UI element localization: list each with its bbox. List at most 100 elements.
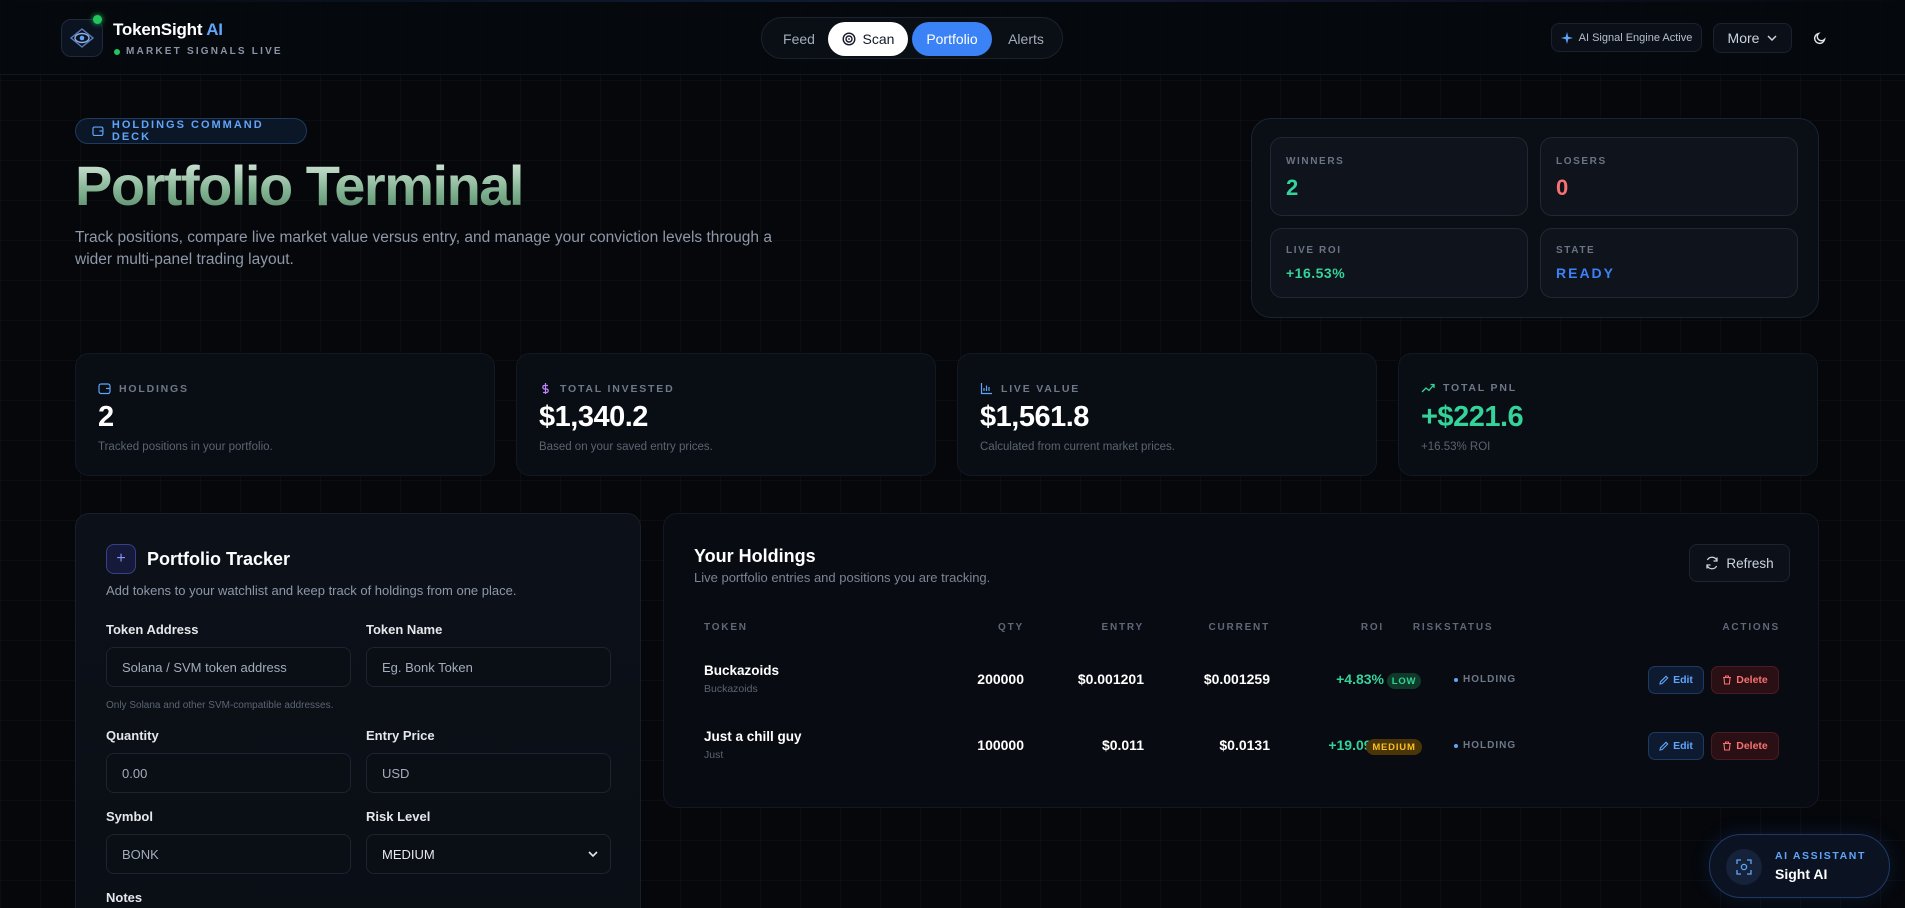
delete-button[interactable]: Delete — [1711, 666, 1779, 694]
risk-level-select[interactable]: MEDIUM — [366, 834, 611, 874]
risk-badge: MEDIUM — [1366, 739, 1422, 755]
status-text: HOLDING — [1463, 740, 1517, 751]
total-pnl-metric-card: TOTAL PNL +$221.6 +16.53% ROI — [1398, 353, 1818, 476]
page-description: Track positions, compare live market val… — [75, 229, 772, 268]
metric-sub: Calculated from current market prices. — [980, 441, 1175, 453]
token-address-input[interactable]: Solana / SVM token address — [106, 647, 351, 687]
edit-button[interactable]: Edit — [1648, 732, 1704, 760]
token-address-hint: Only Solana and other SVM-compatible add… — [106, 700, 334, 711]
metric-label-text: LIVE VALUE — [1001, 382, 1081, 395]
token-name-label: Token Name — [366, 622, 443, 637]
losers-value: 0 — [1556, 175, 1569, 200]
risk-badge: LOW — [1387, 673, 1421, 689]
eye-logo-icon — [69, 28, 95, 48]
engine-status-text: AI Signal Engine Active — [1578, 31, 1693, 44]
refresh-label: Refresh — [1726, 555, 1774, 571]
bar-chart-icon — [980, 383, 992, 395]
token-name: Just a chill guy — [704, 729, 802, 744]
metric-label-text: TOTAL INVESTED — [560, 382, 675, 395]
edit-button[interactable]: Edit — [1648, 666, 1704, 694]
entry-price-input[interactable]: USD — [366, 753, 611, 793]
chevron-down-icon — [1767, 35, 1777, 41]
trash-icon — [1723, 741, 1732, 751]
pencil-icon — [1659, 741, 1669, 751]
qty-cell: 200000 — [977, 671, 1024, 687]
status-badge: HOLDING — [1454, 674, 1516, 685]
metric-value: +$221.6 — [1421, 401, 1524, 433]
live-roi-label: LIVE ROI — [1286, 245, 1342, 256]
brand-name[interactable]: TokenSight AI — [113, 20, 223, 40]
live-value-metric-card: LIVE VALUE $1,561.8 Calculated from curr… — [957, 353, 1377, 476]
radar-icon — [842, 32, 856, 46]
more-menu-button[interactable]: More — [1713, 23, 1792, 53]
chevron-down-icon — [588, 851, 598, 857]
metric-label-text: TOTAL PNL — [1443, 382, 1517, 394]
wallet-icon — [92, 126, 104, 137]
nav-feed[interactable]: Feed — [770, 22, 828, 56]
metric-label: TOTAL INVESTED — [539, 382, 674, 395]
metric-label: HOLDINGS — [98, 382, 189, 395]
tracker-title: Portfolio Tracker — [147, 549, 291, 569]
main-nav: Feed Scan Portfolio Alerts — [761, 17, 1063, 59]
nav-portfolio[interactable]: Portfolio — [912, 22, 992, 56]
refresh-button[interactable]: Refresh — [1689, 544, 1790, 582]
edit-label: Edit — [1673, 674, 1693, 686]
page-title: Portfolio Terminal — [75, 154, 525, 217]
assistant-scan-icon — [1726, 849, 1762, 885]
state-label: STATE — [1556, 245, 1596, 256]
column-header-qty: QTY — [998, 622, 1024, 633]
token-symbol: Just — [704, 749, 724, 761]
column-header-token: TOKEN — [704, 622, 748, 633]
token-name-input[interactable]: Eg. Bonk Token — [366, 647, 611, 687]
live-roi-value: +16.53% — [1286, 265, 1346, 281]
holdings-metric-card: HOLDINGS 2 Tracked positions in your por… — [75, 353, 495, 476]
live-indicator-dot — [93, 15, 102, 24]
ai-assistant-button[interactable]: AI ASSISTANT Sight AI — [1709, 834, 1890, 898]
holdings-description: Live portfolio entries and positions you… — [694, 570, 991, 585]
column-header-actions: ACTIONS — [1722, 622, 1780, 633]
status-dot — [1454, 677, 1458, 682]
column-header-roi: ROI — [1360, 622, 1384, 633]
nav-alerts[interactable]: Alerts — [996, 22, 1056, 56]
tracker-description: Add tokens to your watchlist and keep tr… — [106, 583, 517, 598]
losers-card: LOSERS 0 — [1540, 137, 1798, 216]
edit-label: Edit — [1673, 740, 1693, 752]
metric-value: 2 — [98, 401, 114, 433]
nav-scan[interactable]: Scan — [828, 22, 908, 56]
section-pill-text: HOLDINGS COMMAND DECK — [111, 119, 264, 143]
column-header-status: STATUS — [1444, 622, 1494, 633]
risk-level-value: MEDIUM — [382, 846, 435, 862]
state-value: READY — [1556, 265, 1616, 281]
entry-cell: $0.011 — [1101, 737, 1144, 753]
status-badge: HOLDING — [1454, 740, 1516, 751]
quantity-input[interactable]: 0.00 — [106, 753, 351, 793]
refresh-icon — [1706, 556, 1719, 570]
scan-focus-icon — [1736, 859, 1752, 875]
status-dot — [1454, 743, 1458, 748]
live-dot — [114, 48, 120, 55]
logo[interactable] — [61, 19, 103, 57]
wallet-icon — [98, 383, 111, 395]
app-header: TokenSight AI MARKET SIGNALS LIVE Feed S… — [0, 0, 1905, 75]
token-symbol: Buckazoids — [704, 683, 758, 695]
metric-label: LIVE VALUE — [980, 382, 1080, 395]
brand-suffix: AI — [206, 20, 223, 39]
entry-price-label: Entry Price — [366, 728, 435, 743]
more-label: More — [1727, 30, 1760, 46]
state-card: STATE READY — [1540, 228, 1798, 298]
metric-sub: Based on your saved entry prices. — [539, 441, 713, 453]
sparkle-icon — [1560, 31, 1573, 44]
nav-scan-label: Scan — [862, 31, 895, 47]
delete-label: Delete — [1736, 674, 1768, 686]
column-header-current: CURRENT — [1208, 622, 1270, 633]
theme-toggle-button[interactable] — [1806, 24, 1834, 52]
ai-engine-status[interactable]: AI Signal Engine Active — [1551, 23, 1702, 52]
trending-up-icon — [1421, 383, 1435, 393]
delete-button[interactable]: Delete — [1711, 732, 1779, 760]
symbol-input[interactable]: BONK — [106, 834, 351, 874]
current-cell: $0.0131 — [1219, 737, 1270, 753]
risk-level-label: Risk Level — [366, 809, 431, 824]
status-text: HOLDING — [1463, 674, 1517, 685]
trash-icon — [1723, 675, 1732, 685]
winners-label: WINNERS — [1286, 156, 1345, 167]
